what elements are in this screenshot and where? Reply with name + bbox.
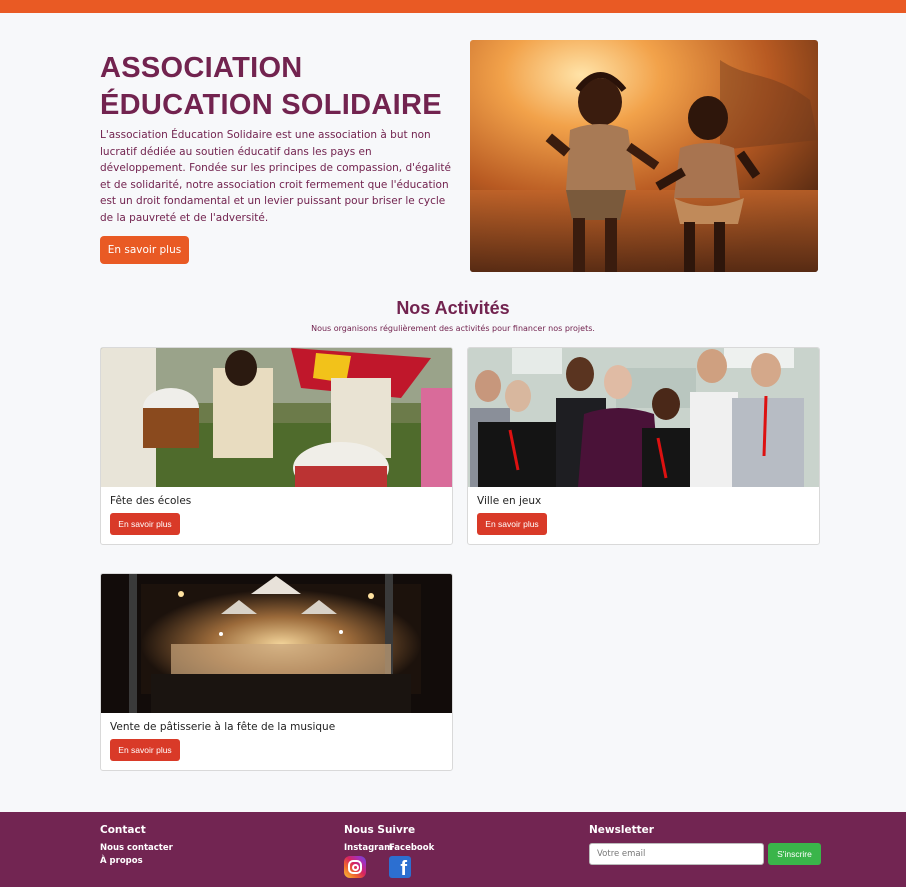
footer: Contact Nous contacter À propos Nous Sui… [0,812,906,887]
activity-learn-more-button[interactable]: En savoir plus [110,513,180,535]
footer-newsletter-heading: Newsletter [589,824,654,836]
facebook-icon[interactable]: f [389,856,411,878]
newsletter-subscribe-button[interactable]: S'inscrire [768,843,821,865]
instagram-icon[interactable] [344,856,366,878]
page-title-line-2: ÉDUCATION SOLIDAIRE [100,89,442,121]
activity-card-ville-en-jeux: Ville en jeux En savoir plus [467,347,820,545]
activity-card-vente-patisserie: Vente de pâtisserie à la fête de la musi… [100,573,453,771]
footer-link-nous-contacter[interactable]: Nous contacter [100,843,173,853]
top-accent-bar [0,0,906,13]
activity-learn-more-button[interactable]: En savoir plus [477,513,547,535]
activity-learn-more-button[interactable]: En savoir plus [110,739,180,761]
activity-card-title: Fête des écoles [110,495,192,507]
page-title: ASSOCIATION ÉDUCATION SOLIDAIRE [100,50,460,124]
activity-image-group-photo [468,348,819,487]
activities-section-title: Nos Activités [396,298,510,318]
footer-link-a-propos[interactable]: À propos [100,856,143,866]
footer-contact-heading: Contact [100,824,146,836]
activity-card-title: Vente de pâtisserie à la fête de la musi… [110,721,336,733]
activity-image-drummers [101,348,452,487]
activity-card-fete-des-ecoles: Fête des écoles En savoir plus [100,347,453,545]
page-title-line-1: ASSOCIATION [100,52,303,84]
newsletter-email-input[interactable] [589,843,764,865]
footer-follow-heading: Nous Suivre [344,824,416,836]
hero-image-children-running [470,40,818,272]
hero-learn-more-button[interactable]: En savoir plus [100,236,189,264]
activity-image-music-festival [101,574,452,713]
activities-section-subtitle: Nous organisons régulièrement des activi… [311,324,595,333]
hero-description: L'association Éducation Solidaire est un… [100,129,451,224]
footer-link-facebook[interactable]: Facebook [389,843,434,853]
activity-card-title: Ville en jeux [477,495,542,507]
footer-link-instagram[interactable]: Instagram [344,843,393,853]
